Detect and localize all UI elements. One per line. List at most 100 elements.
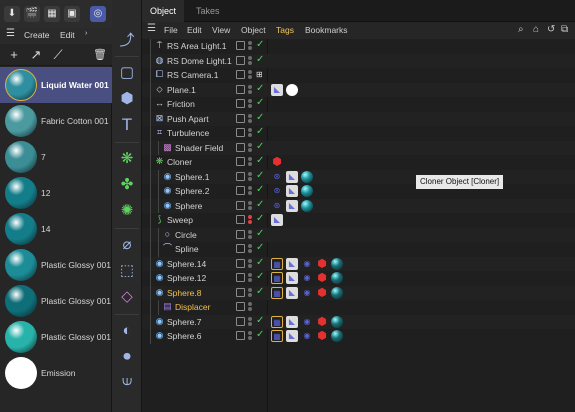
mat-tag-icon[interactable] bbox=[301, 170, 313, 183]
mat-tag-icon[interactable] bbox=[331, 257, 343, 270]
visibility-dot[interactable] bbox=[248, 75, 252, 79]
object-row[interactable]: ↔ Friction ✓ bbox=[142, 97, 575, 112]
visibility-dots[interactable] bbox=[248, 142, 252, 153]
layer-checkbox[interactable] bbox=[236, 215, 245, 224]
object-name[interactable]: Push Apart bbox=[167, 114, 209, 124]
object-row[interactable]: ◍ RS Dome Light.1 ✓ bbox=[142, 53, 575, 68]
target-tag-icon[interactable]: ⊛ bbox=[271, 200, 283, 212]
grid-tag-icon[interactable]: ▦ bbox=[271, 286, 283, 299]
object-name[interactable]: Circle bbox=[175, 230, 197, 240]
object-row[interactable]: ⍑ RS Area Light.1 ✓ bbox=[142, 39, 575, 54]
mat-tag-icon[interactable] bbox=[331, 272, 343, 284]
object-name[interactable]: Sphere.14 bbox=[167, 259, 206, 269]
enabled-check-icon[interactable]: ✓ bbox=[256, 271, 264, 282]
visibility-dot[interactable] bbox=[248, 118, 252, 123]
transform-icon[interactable]: ⬚ bbox=[116, 260, 138, 282]
layer-checkbox[interactable] bbox=[236, 302, 245, 311]
visibility-dots[interactable] bbox=[248, 70, 252, 80]
add-icon[interactable]: + bbox=[6, 47, 22, 63]
target-tag-icon[interactable]: ⊛ bbox=[271, 185, 283, 197]
visibility-dot[interactable] bbox=[248, 307, 252, 311]
enabled-check-icon[interactable]: ✓ bbox=[256, 286, 264, 297]
camera-tool-icon[interactable]: ⏺ bbox=[116, 346, 138, 368]
fracture-tool-icon[interactable]: ✤ bbox=[116, 174, 138, 196]
enabled-check-icon[interactable]: ✓ bbox=[256, 39, 264, 50]
object-row[interactable]: ◉ Sphere.6 ✓ ▦ ◣ ◉ ⬢ bbox=[142, 329, 575, 344]
visibility-dot[interactable] bbox=[248, 200, 252, 205]
layer-checkbox[interactable] bbox=[236, 113, 245, 123]
object-name[interactable]: Plane.1 bbox=[167, 85, 196, 95]
target-tag-icon[interactable]: ⊛ bbox=[271, 171, 283, 183]
object-row[interactable]: ◉ Sphere.14 ✓ ▦ ◣ ◉ ⬢ bbox=[142, 256, 575, 271]
layer-checkbox[interactable] bbox=[236, 84, 245, 94]
layer-checkbox[interactable] bbox=[236, 55, 245, 65]
visibility-dot[interactable] bbox=[248, 60, 252, 65]
environment-icon[interactable]: ◐ bbox=[116, 320, 138, 342]
layer-checkbox[interactable] bbox=[236, 99, 245, 108]
tab-object[interactable]: Object bbox=[142, 0, 185, 22]
object-name[interactable]: Turbulence bbox=[167, 128, 209, 138]
visibility-dot[interactable] bbox=[248, 133, 252, 137]
object-name[interactable]: RS Area Light.1 bbox=[167, 41, 227, 51]
visibility-dots[interactable] bbox=[248, 99, 252, 109]
object-name[interactable]: Shader Field bbox=[175, 143, 223, 153]
eye-tag-icon[interactable]: ◉ bbox=[301, 316, 313, 328]
object-row[interactable]: ◉ Sphere.1 ✓ ⊛ ◣ bbox=[142, 169, 575, 184]
layer-checkbox[interactable] bbox=[236, 316, 245, 326]
download-icon[interactable]: ⬇ bbox=[4, 6, 20, 22]
cube-red-tag-icon[interactable]: ⬢ bbox=[316, 316, 328, 328]
layer-checkbox[interactable] bbox=[236, 157, 245, 166]
visibility-dot[interactable] bbox=[248, 215, 252, 219]
material-item[interactable]: Liquid Water 001 bbox=[0, 67, 112, 103]
cube-red-tag-icon[interactable]: ⬢ bbox=[316, 330, 328, 342]
enabled-check-icon[interactable]: ✓ bbox=[256, 141, 264, 152]
visibility-dot[interactable] bbox=[248, 292, 252, 297]
film-reel-icon[interactable]: ▦ bbox=[44, 6, 60, 22]
visibility-dot[interactable] bbox=[248, 104, 252, 108]
material-item[interactable]: Emission bbox=[0, 355, 112, 391]
object-row[interactable]: ⬦ Plane.1 ✓ ◣ bbox=[142, 82, 575, 97]
hamburger-menu-icon[interactable]: ☰ bbox=[147, 23, 156, 34]
layer-checkbox[interactable] bbox=[236, 200, 245, 210]
cube-red-tag-icon[interactable]: ⬢ bbox=[316, 272, 328, 284]
visibility-dot[interactable] bbox=[248, 113, 252, 118]
layer-checkbox[interactable] bbox=[236, 186, 245, 195]
visibility-dot[interactable] bbox=[248, 176, 252, 181]
layer-checkbox[interactable] bbox=[236, 287, 245, 297]
menu-edit[interactable]: Edit bbox=[60, 30, 75, 40]
enabled-check-icon[interactable]: ✓ bbox=[256, 213, 264, 224]
object-row[interactable]: ⊠ Push Apart ✓ bbox=[142, 111, 575, 126]
object-row[interactable]: ⧠ RS Camera.1 ⊞ bbox=[142, 68, 575, 83]
grid-tag-icon[interactable]: ▦ bbox=[271, 330, 283, 342]
mat-tag-icon[interactable] bbox=[331, 315, 343, 328]
grid-tag-icon[interactable]: ▦ bbox=[271, 257, 283, 270]
c4d-logo-icon[interactable]: ◎ bbox=[90, 6, 106, 22]
enabled-check-icon[interactable]: ✓ bbox=[256, 112, 264, 123]
light-tool-icon[interactable]: ⟒ bbox=[116, 370, 138, 392]
move-to-object-icon[interactable]: ⤴ bbox=[116, 30, 138, 52]
object-name[interactable]: Displacer bbox=[175, 302, 210, 312]
visibility-dots[interactable] bbox=[248, 157, 252, 167]
visibility-dot[interactable] bbox=[248, 278, 252, 282]
visibility-dot[interactable] bbox=[248, 41, 252, 45]
enabled-check-icon[interactable]: ✓ bbox=[256, 199, 264, 210]
enabled-check-icon[interactable]: ✓ bbox=[256, 97, 264, 108]
enabled-check-icon[interactable]: ✓ bbox=[256, 126, 264, 137]
visibility-dot[interactable] bbox=[248, 244, 252, 248]
grid-tag-icon[interactable]: ▦ bbox=[271, 272, 283, 284]
layer-checkbox[interactable] bbox=[236, 258, 245, 268]
object-row[interactable]: ⌒ Spline ✓ bbox=[142, 242, 575, 257]
enabled-check-icon[interactable]: ✓ bbox=[256, 228, 264, 239]
visibility-dot[interactable] bbox=[248, 287, 252, 292]
cube-red-tag-icon[interactable]: ⬢ bbox=[316, 258, 328, 270]
object-row[interactable]: ◉ Sphere.2 ✓ ⊛ ◣ bbox=[142, 184, 575, 199]
material-item[interactable]: 12 bbox=[0, 175, 112, 211]
new-window-icon[interactable]: ⧉ bbox=[561, 24, 568, 35]
object-row[interactable]: ◉ Sphere.8 ✓ ▦ ◣ ◉ ⬢ bbox=[142, 285, 575, 300]
enabled-check-icon[interactable]: ✓ bbox=[256, 83, 264, 94]
cloner-tool-icon[interactable]: ❋ bbox=[116, 148, 138, 170]
visibility-dot[interactable] bbox=[248, 99, 252, 103]
menu-edit[interactable]: Edit bbox=[187, 25, 202, 35]
visibility-dots[interactable] bbox=[248, 302, 252, 312]
arrow-icon[interactable]: ↗ bbox=[28, 47, 44, 63]
